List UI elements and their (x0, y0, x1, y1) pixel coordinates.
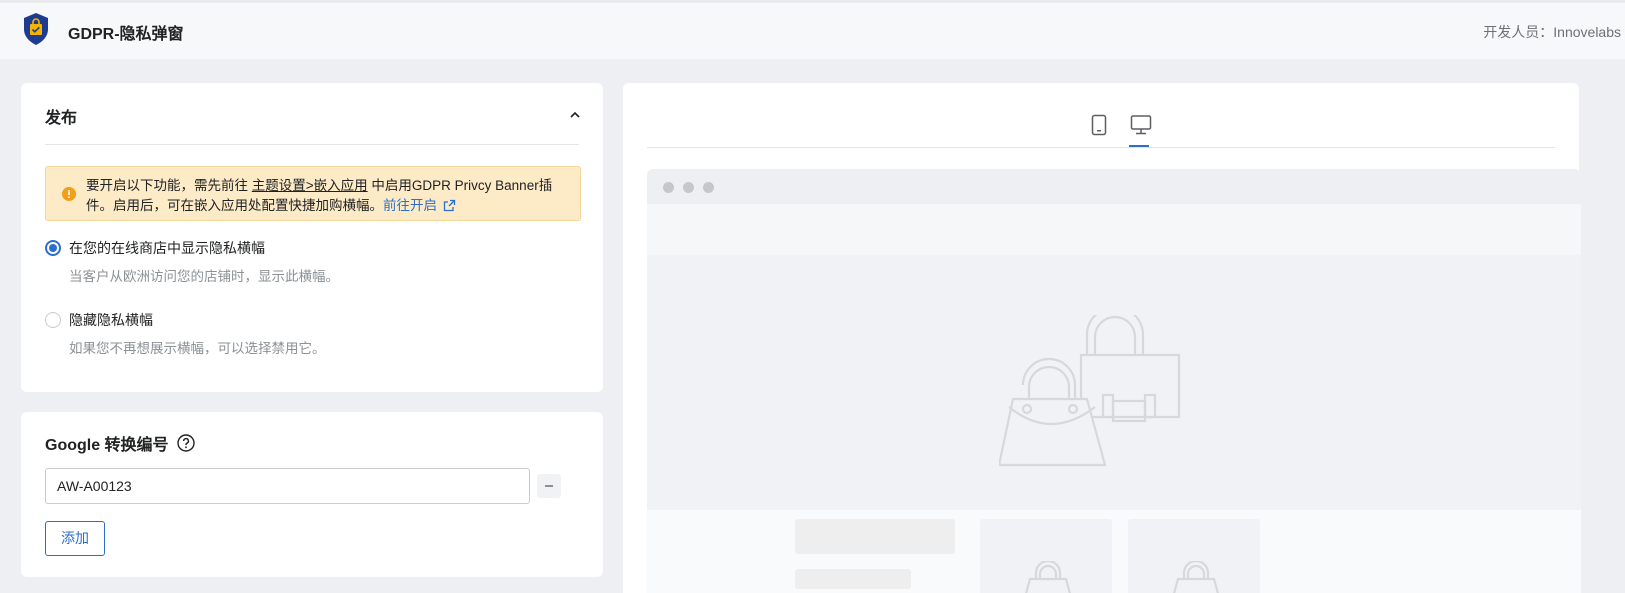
window-dot (703, 182, 714, 193)
radio-button[interactable] (45, 312, 61, 328)
radio-help-text: 当客户从欧洲访问您的店铺时，显示此横幅。 (69, 269, 339, 284)
divider (647, 147, 1555, 148)
go-enable-link[interactable]: 前往开启 (383, 198, 456, 213)
preview-card (623, 83, 1581, 593)
mobile-icon (1091, 114, 1107, 136)
shopping-bags-icon (999, 315, 1181, 467)
radio-label: 隐藏隐私横幅 (69, 312, 153, 328)
radio-button-checked[interactable] (45, 240, 61, 256)
hero-banner-placeholder (647, 255, 1581, 510)
product-card-placeholder (980, 519, 1112, 593)
conversion-id-input[interactable] (45, 468, 530, 504)
top-bar: GDPR-隐私弹窗 开发人员：Innovelabs (0, 0, 1625, 59)
add-button[interactable]: 添加 (45, 521, 105, 556)
question-circle-icon[interactable] (176, 434, 195, 452)
tab-desktop[interactable] (1129, 114, 1153, 140)
browser-toolbar (647, 169, 1581, 204)
remove-button[interactable] (537, 474, 561, 498)
chevron-up-icon[interactable] (569, 110, 581, 120)
shopping-bag-icon (1025, 561, 1071, 593)
publish-title: 发布 (45, 110, 78, 127)
radio-hide-banner[interactable]: 隐藏隐私横幅 (45, 310, 153, 330)
warning-text: 要开启以下功能，需先前往 主题设置>嵌入应用 中启用GDPR Privcy Ba… (86, 176, 570, 216)
text-placeholder (795, 569, 911, 589)
app-title: GDPR-隐私弹窗 (68, 26, 184, 43)
warning-circle-icon (62, 187, 76, 201)
publish-card: 发布 要开启以下功能，需先前往 主题设置>嵌入应用 中启用GDPR Privcy… (21, 83, 603, 392)
radio-help-text: 如果您不再想展示横幅，可以选择禁用它。 (69, 341, 326, 356)
minus-icon (545, 485, 553, 487)
shield-bag-icon (24, 13, 48, 45)
radio-show-banner[interactable]: 在您的在线商店中显示隐私横幅 (45, 238, 265, 258)
google-card-heading: Google 转换编号 (45, 431, 195, 455)
text-placeholder (795, 519, 955, 554)
window-dot (663, 182, 674, 193)
store-header-placeholder (647, 204, 1581, 255)
external-link-icon (443, 199, 456, 212)
product-card-placeholder (1128, 519, 1260, 593)
divider (45, 144, 579, 145)
go-enable-label: 前往开启 (383, 198, 437, 213)
theme-settings-link[interactable]: 主题设置>嵌入应用 (252, 178, 368, 193)
browser-mockup (647, 169, 1581, 593)
window-dot (683, 182, 694, 193)
google-title: Google 转换编号 (45, 437, 169, 454)
developer-label: 开发人员：Innovelabs (1483, 24, 1621, 40)
shopping-bag-icon (1173, 561, 1219, 593)
desktop-icon (1130, 115, 1152, 135)
notice-text-before: 要开启以下功能，需先前往 (86, 178, 252, 193)
radio-label: 在您的在线商店中显示隐私横幅 (69, 240, 265, 256)
google-conversion-card: Google 转换编号 添加 (21, 412, 603, 577)
tab-mobile[interactable] (1087, 114, 1111, 140)
warning-banner: 要开启以下功能，需先前往 主题设置>嵌入应用 中启用GDPR Privcy Ba… (45, 166, 581, 221)
